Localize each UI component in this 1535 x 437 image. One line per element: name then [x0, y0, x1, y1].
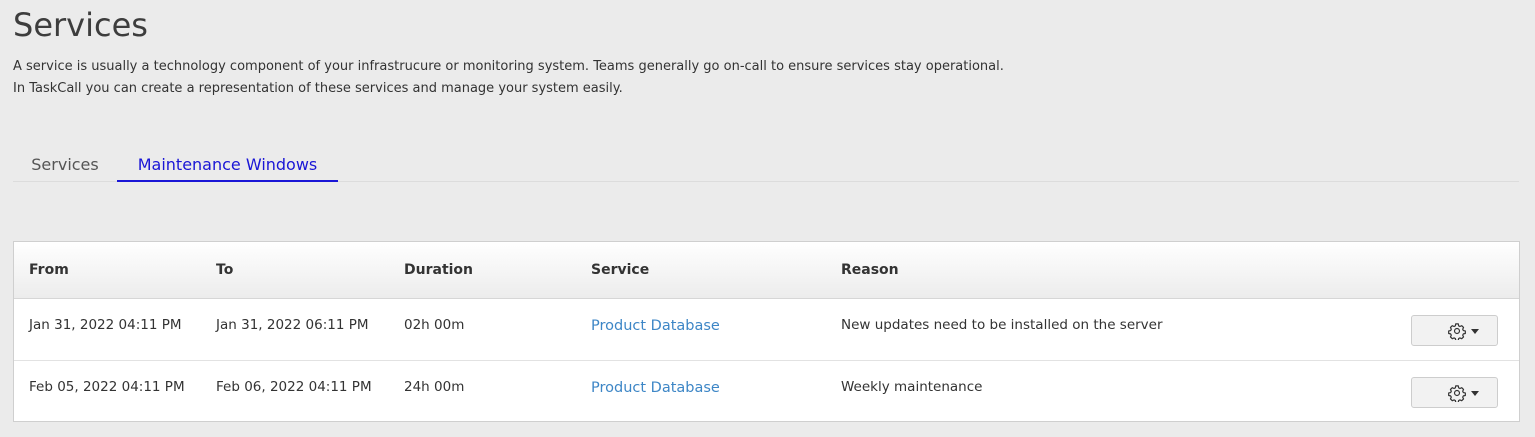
gear-icon — [1448, 385, 1466, 402]
row-actions-button[interactable] — [1411, 377, 1498, 408]
row-actions-button[interactable] — [1411, 315, 1498, 346]
column-header-to[interactable]: To — [216, 262, 233, 278]
column-header-duration[interactable]: Duration — [404, 262, 473, 278]
page-title: Services — [13, 6, 148, 44]
tab-maintenance-windows[interactable]: Maintenance Windows — [117, 147, 338, 182]
page-description-line-1: A service is usually a technology compon… — [13, 59, 1004, 74]
chevron-down-icon — [1471, 329, 1479, 334]
cell-to: Jan 31, 2022 06:11 PM — [216, 317, 369, 333]
table-header: From To Duration Service Reason — [14, 242, 1519, 299]
cell-duration: 02h 00m — [404, 317, 465, 333]
page-description-line-2: In TaskCall you can create a representat… — [13, 81, 623, 96]
cell-reason: Weekly maintenance — [841, 379, 983, 395]
cell-from: Feb 05, 2022 04:11 PM — [29, 379, 185, 395]
cell-reason: New updates need to be installed on the … — [841, 317, 1163, 333]
service-link[interactable]: Product Database — [591, 318, 720, 334]
chevron-down-icon — [1471, 391, 1479, 396]
column-header-from[interactable]: From — [29, 262, 69, 278]
table-row: Jan 31, 2022 04:11 PM Jan 31, 2022 06:11… — [14, 299, 1519, 361]
gear-icon — [1448, 323, 1466, 340]
column-header-reason[interactable]: Reason — [841, 262, 899, 278]
cell-duration: 24h 00m — [404, 379, 465, 395]
tab-bar: Services Maintenance Windows — [13, 147, 1519, 182]
column-header-service[interactable]: Service — [591, 262, 649, 278]
service-link[interactable]: Product Database — [591, 380, 720, 396]
table-row: Feb 05, 2022 04:11 PM Feb 06, 2022 04:11… — [14, 361, 1519, 423]
tab-services[interactable]: Services — [13, 147, 117, 180]
maintenance-windows-table: From To Duration Service Reason Jan 31, … — [13, 241, 1520, 422]
cell-to: Feb 06, 2022 04:11 PM — [216, 379, 372, 395]
cell-from: Jan 31, 2022 04:11 PM — [29, 317, 182, 333]
